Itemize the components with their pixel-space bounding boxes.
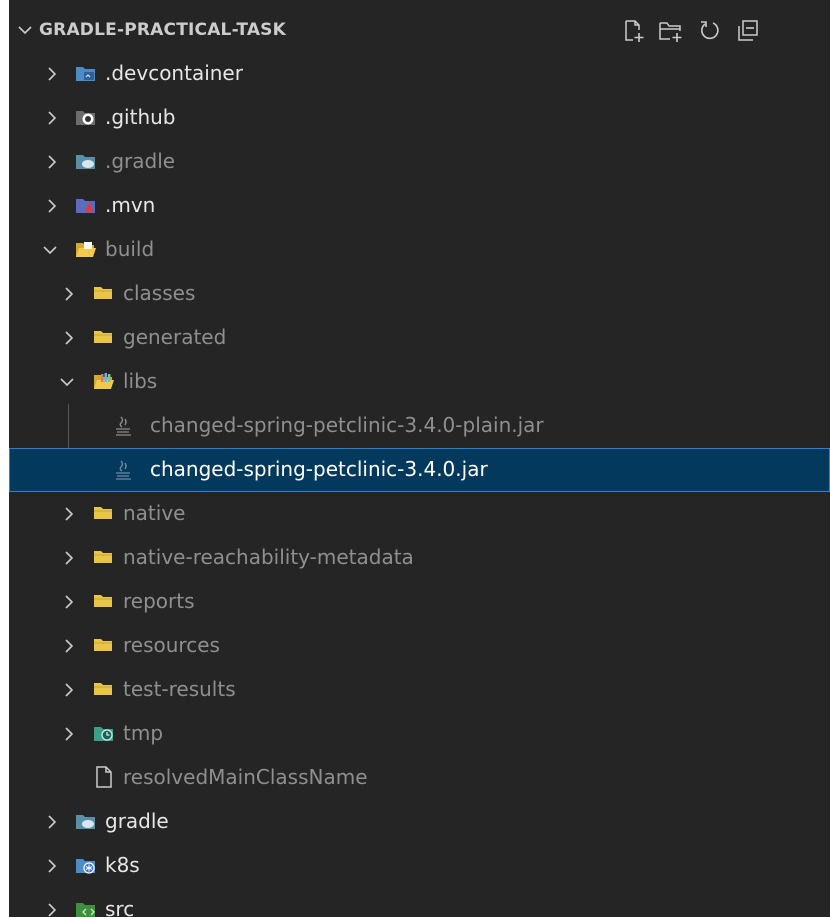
tree-item-devcontainer[interactable]: .devcontainer <box>9 52 830 96</box>
collapse-all-icon <box>738 20 758 41</box>
chevron-down-icon <box>42 242 58 262</box>
tree-item-resources[interactable]: resources <box>9 624 830 668</box>
chevron-right-icon <box>62 594 76 614</box>
new-folder-button[interactable] <box>657 18 683 44</box>
chevron-right-icon <box>45 858 59 878</box>
chevron-right-icon <box>62 726 76 746</box>
chevron-right-icon <box>45 66 59 86</box>
src-folder-icon <box>75 899 97 917</box>
tree-item-label: resolvedMainClassName <box>123 765 368 789</box>
tree-item-label: build <box>105 237 155 261</box>
tree-item-label: native-reachability-metadata <box>123 545 414 569</box>
tree-item-src[interactable]: src <box>9 888 830 917</box>
folder-icon <box>93 679 115 699</box>
tree-item-classes[interactable]: classes <box>9 272 830 316</box>
tree-item-generated[interactable]: generated <box>9 316 830 360</box>
file-icon <box>95 766 117 788</box>
chevron-right-icon <box>62 682 76 702</box>
tree-item-reports[interactable]: reports <box>9 580 830 624</box>
new-file-button[interactable] <box>621 18 647 44</box>
tree-item-libs[interactable]: libs <box>9 360 830 404</box>
gradle-folder-icon <box>75 151 97 171</box>
folder-icon <box>93 547 115 567</box>
new-folder-icon <box>659 22 682 42</box>
folder-icon <box>93 635 115 655</box>
chevron-right-icon <box>62 330 76 350</box>
folder-icon <box>93 327 115 347</box>
chevron-right-icon <box>62 506 76 526</box>
tree-item-label: resources <box>123 633 220 657</box>
java-jar-icon <box>113 415 135 436</box>
collapse-all-button[interactable] <box>735 18 761 44</box>
tree-item-gradle[interactable]: gradle <box>9 800 830 844</box>
mvn-folder-icon <box>75 195 97 215</box>
explorer-section-header[interactable]: GRADLE-PRACTICAL-TASK <box>9 10 830 50</box>
folder-icon <box>93 503 115 523</box>
chevron-down-icon <box>59 374 75 394</box>
tree-item-label: .mvn <box>105 193 156 217</box>
tree-item-label: tmp <box>123 721 164 745</box>
tree-item-build[interactable]: build <box>9 228 830 272</box>
tree-item-label: changed-spring-petclinic-3.4.0-plain.jar <box>150 413 544 437</box>
explorer-panel: GRADLE-PRACTICAL-TASK .devcontainer .git… <box>9 0 830 917</box>
explorer-section-title: GRADLE-PRACTICAL-TASK <box>39 20 286 40</box>
tree-item-label: reports <box>123 589 195 613</box>
chevron-right-icon <box>45 154 59 174</box>
chevron-right-icon <box>45 814 59 834</box>
new-file-icon <box>625 20 644 42</box>
tree-item-native-reachability-metadata[interactable]: native-reachability-metadata <box>9 536 830 580</box>
k8s-folder-icon <box>75 855 97 875</box>
tree-item-label: k8s <box>105 853 140 877</box>
tmp-folder-icon <box>93 723 115 743</box>
tree-item-jar-selected[interactable]: changed-spring-petclinic-3.4.0.jar <box>9 448 830 492</box>
window-edge <box>0 0 9 917</box>
tree-item-label: .devcontainer <box>105 61 243 85</box>
tree-item-k8s[interactable]: k8s <box>9 844 830 888</box>
chevron-right-icon <box>62 638 76 658</box>
gradle-folder-icon <box>75 811 97 831</box>
tree-item-label: classes <box>123 281 196 305</box>
folder-icon <box>93 591 115 611</box>
tree-item-label: test-results <box>123 677 236 701</box>
tree-item-label: native <box>123 501 186 525</box>
chevron-down-icon <box>17 22 33 42</box>
folder-icon <box>93 283 115 303</box>
tree-item-github[interactable]: .github <box>9 96 830 140</box>
tree-item-native[interactable]: native <box>9 492 830 536</box>
tree-item-test-results[interactable]: test-results <box>9 668 830 712</box>
chevron-right-icon <box>45 198 59 218</box>
tree-item-label: generated <box>123 325 227 349</box>
build-folder-open-icon <box>75 239 97 259</box>
tree-item-label: libs <box>123 369 158 393</box>
chevron-right-icon <box>45 110 59 130</box>
libs-folder-open-icon <box>93 371 115 391</box>
chevron-right-icon <box>62 286 76 306</box>
java-jar-icon <box>113 459 135 480</box>
github-folder-icon <box>75 107 97 127</box>
refresh-icon <box>701 21 719 40</box>
tree-item-resolved-main-class-name[interactable]: resolvedMainClassName <box>9 756 830 800</box>
refresh-button[interactable] <box>697 18 723 44</box>
tree-item-mvn[interactable]: .mvn <box>9 184 830 228</box>
chevron-right-icon <box>62 550 76 570</box>
tree-item-label: .github <box>105 105 176 129</box>
devcontainer-folder-icon <box>75 63 97 83</box>
tree-item-plain-jar[interactable]: changed-spring-petclinic-3.4.0-plain.jar <box>9 404 830 448</box>
tree-item-label: src <box>105 897 135 917</box>
chevron-right-icon <box>45 902 59 917</box>
tree-item-label: .gradle <box>105 149 176 173</box>
tree-item-tmp[interactable]: tmp <box>9 712 830 756</box>
tree-item-dot-gradle[interactable]: .gradle <box>9 140 830 184</box>
tree-item-label: gradle <box>105 809 169 833</box>
tree-item-label: changed-spring-petclinic-3.4.0.jar <box>150 457 488 481</box>
